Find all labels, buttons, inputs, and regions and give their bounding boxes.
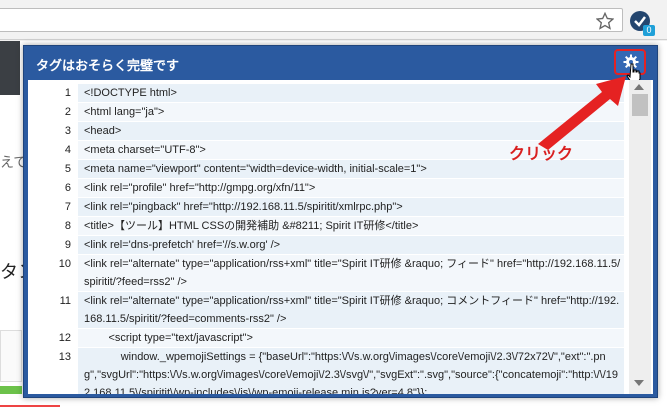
extension-button[interactable]: 0 [628,9,655,36]
source-line: 6 <link rel="profile" href="http://gmpg.o… [28,179,624,198]
line-number: 2 [64,106,71,118]
line-number: 9 [64,239,71,251]
address-bar[interactable] [0,8,623,32]
source-line: 12 <script type="text/javascript"> [28,329,624,348]
source-line: 7 <link rel="pingback" href="http://192.1… [28,198,624,217]
line-number: 12 [58,332,71,344]
browser-toolbar: 0 [0,0,667,40]
scroll-down-icon[interactable] [634,380,644,386]
code-text: <link rel="alternate" type="application/… [78,255,624,292]
star-icon[interactable] [596,12,614,30]
background-card [0,330,22,382]
background-link [0,398,60,407]
line-number: 3 [64,125,71,137]
source-line: 10 <link rel="alternate" type="applicatio… [28,255,624,292]
code-text: <script type="text/javascript"> [78,329,624,348]
line-number: 6 [64,182,71,194]
popup-title: タグはおそらく完璧です [36,58,180,73]
code-text: <link rel="pingback" href="http://192.16… [78,198,624,217]
line-number: 10 [58,258,71,270]
line-number: 5 [64,163,71,175]
code-text: <title>【ツール】HTML CSSの開発補助 &#8211; Spirit… [78,217,624,236]
source-line: 13 window._wpemojiSettings = {"baseUrl":… [28,348,624,394]
annotation-arrow-icon [538,76,626,150]
annotation-label: クリック [509,146,574,163]
code-text: window._wpemojiSettings = {"baseUrl":"ht… [78,348,624,394]
line-number: 4 [64,144,71,156]
line-number: 7 [64,201,71,213]
code-text: <link rel='dns-prefetch' href='//s.w.org… [78,236,624,255]
line-number: 8 [64,220,71,232]
line-number: 11 [59,295,71,307]
line-number: 1 [64,87,71,99]
source-line: 11 <link rel="alternate" type="applicatio… [28,292,624,329]
background-thumbnail [0,41,20,95]
extension-badge: 0 [643,25,655,36]
code-text: <link rel="profile" href="http://gmpg.or… [78,179,624,198]
source-line: 8 <title>【ツール】HTML CSSの開発補助 &#8211; Spiri… [28,217,624,236]
background-green-bar [0,386,22,394]
line-number: 13 [58,351,71,363]
source-line: 9 <link rel='dns-prefetch' href='//s.w.or… [28,236,624,255]
code-text: <link rel="alternate" type="application/… [78,292,624,329]
